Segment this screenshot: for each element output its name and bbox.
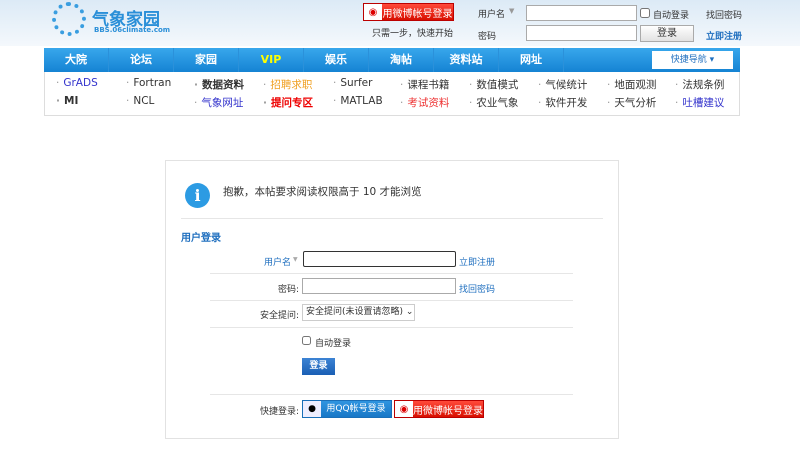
subnav-exams[interactable]: 考试资料 [400,95,449,110]
chevron-down-icon[interactable]: ▼ [509,7,514,15]
subnav-grads[interactable]: GrADS [56,77,97,89]
subnav-ncl[interactable]: NCL [126,95,154,107]
security-question-select[interactable]: 安全提问(未设置请忽略) ⌄ [302,304,415,321]
qq-icon: ● [303,401,321,417]
chevron-down-icon: ⌄ [405,307,414,317]
quick-nav-button[interactable]: 快捷导航 ▾ [652,51,733,69]
forgot-password-link[interactable]: 找回密码 [459,282,495,295]
weibo-icon: ◉ [395,401,413,417]
weibo-icon: ◉ [364,4,382,20]
header-auto-login-checkbox[interactable] [640,8,650,18]
subnav-weather-sites[interactable]: 气象网址 [194,95,243,110]
auto-login-label: 自动登录 [315,339,352,349]
divider [210,300,573,301]
quick-start-link[interactable]: 只需一步，快速开始 [372,26,453,39]
username-type-label[interactable]: 用户名 [166,255,291,268]
qq-login-button[interactable]: ● 用QQ帐号登录 [302,400,392,418]
nav-forum[interactable]: 论坛 [109,48,174,72]
subnav-surfer[interactable]: Surfer [333,77,372,89]
username-label[interactable]: 用户名 [478,7,505,20]
subnav-climate-stats[interactable]: 气候统计 [538,77,587,92]
username-input[interactable] [303,251,456,267]
header-password-input[interactable] [526,25,637,41]
subnav-data[interactable]: 数据资料 [194,77,244,92]
subnav-models[interactable]: 数值模式 [469,77,518,92]
weibo-login-button[interactable]: ◉ 用微博帐号登录 [363,3,454,21]
nav-home[interactable]: 家园 [174,48,239,72]
security-question-label: 安全提问: [259,311,299,321]
nav-links[interactable]: 网址 [499,48,564,72]
nav-entertainment[interactable]: 娱乐 [304,48,369,72]
subnav-feedback[interactable]: 吐槽建议 [675,95,724,110]
divider [181,218,603,219]
sub-nav: GrADS Fortran 数据资料 招聘求职 Surfer 课程书籍 数值模式… [44,72,740,116]
login-title: 用户登录 [181,233,221,244]
subnav-fortran[interactable]: Fortran [126,77,171,89]
subnav-jobs[interactable]: 招聘求职 [263,77,312,92]
logo-url: BBS.06climate.com [94,26,171,34]
header-login-button[interactable]: 登录 [640,25,694,42]
permission-message: 抱歉，本帖要求阅读权限高于 10 才能浏览 [223,186,422,198]
register-link[interactable]: 立即注册 [706,29,742,42]
chevron-down-icon[interactable]: ▼ [293,256,298,263]
subnav-weather-analysis[interactable]: 天气分析 [607,95,656,110]
divider [210,327,573,328]
password-input[interactable] [302,278,456,294]
nav-taotie[interactable]: 淘帖 [369,48,434,72]
subnav-agri[interactable]: 农业气象 [469,95,518,110]
subnav-software[interactable]: 软件开发 [538,95,587,110]
auto-login-checkbox[interactable] [302,336,311,345]
login-submit-button[interactable]: 登录 [302,358,335,375]
logo-icon [52,2,86,36]
password-label: 密码: [277,285,299,295]
nav-resources[interactable]: 资料站 [434,48,499,72]
main-nav: 大院 论坛 家园 VIP 娱乐 淘帖 资料站 网址 [44,48,740,72]
nav-dayuan[interactable]: 大院 [44,48,109,72]
subnav-mi[interactable]: MI [56,95,78,107]
info-icon: i [185,183,210,208]
subnav-questions[interactable]: 提问专区 [263,95,313,110]
password-label: 密码 [478,32,497,42]
subnav-regulations[interactable]: 法规条例 [675,77,724,92]
register-link[interactable]: 立即注册 [459,255,495,268]
header-username-input[interactable] [526,5,637,21]
subnav-surface-obs[interactable]: 地面观测 [607,77,656,92]
weibo-login-button[interactable]: ◉ 用微博帐号登录 [394,400,484,418]
subnav-matlab[interactable]: MATLAB [333,95,382,107]
divider [210,273,573,274]
divider [210,394,573,395]
subnav-books[interactable]: 课程书籍 [400,77,449,92]
nav-vip[interactable]: VIP [239,48,304,72]
quick-login-label: 快捷登录: [259,407,299,417]
forgot-password-link[interactable]: 找回密码 [706,8,742,21]
auto-login-label: 自动登录 [653,11,690,21]
